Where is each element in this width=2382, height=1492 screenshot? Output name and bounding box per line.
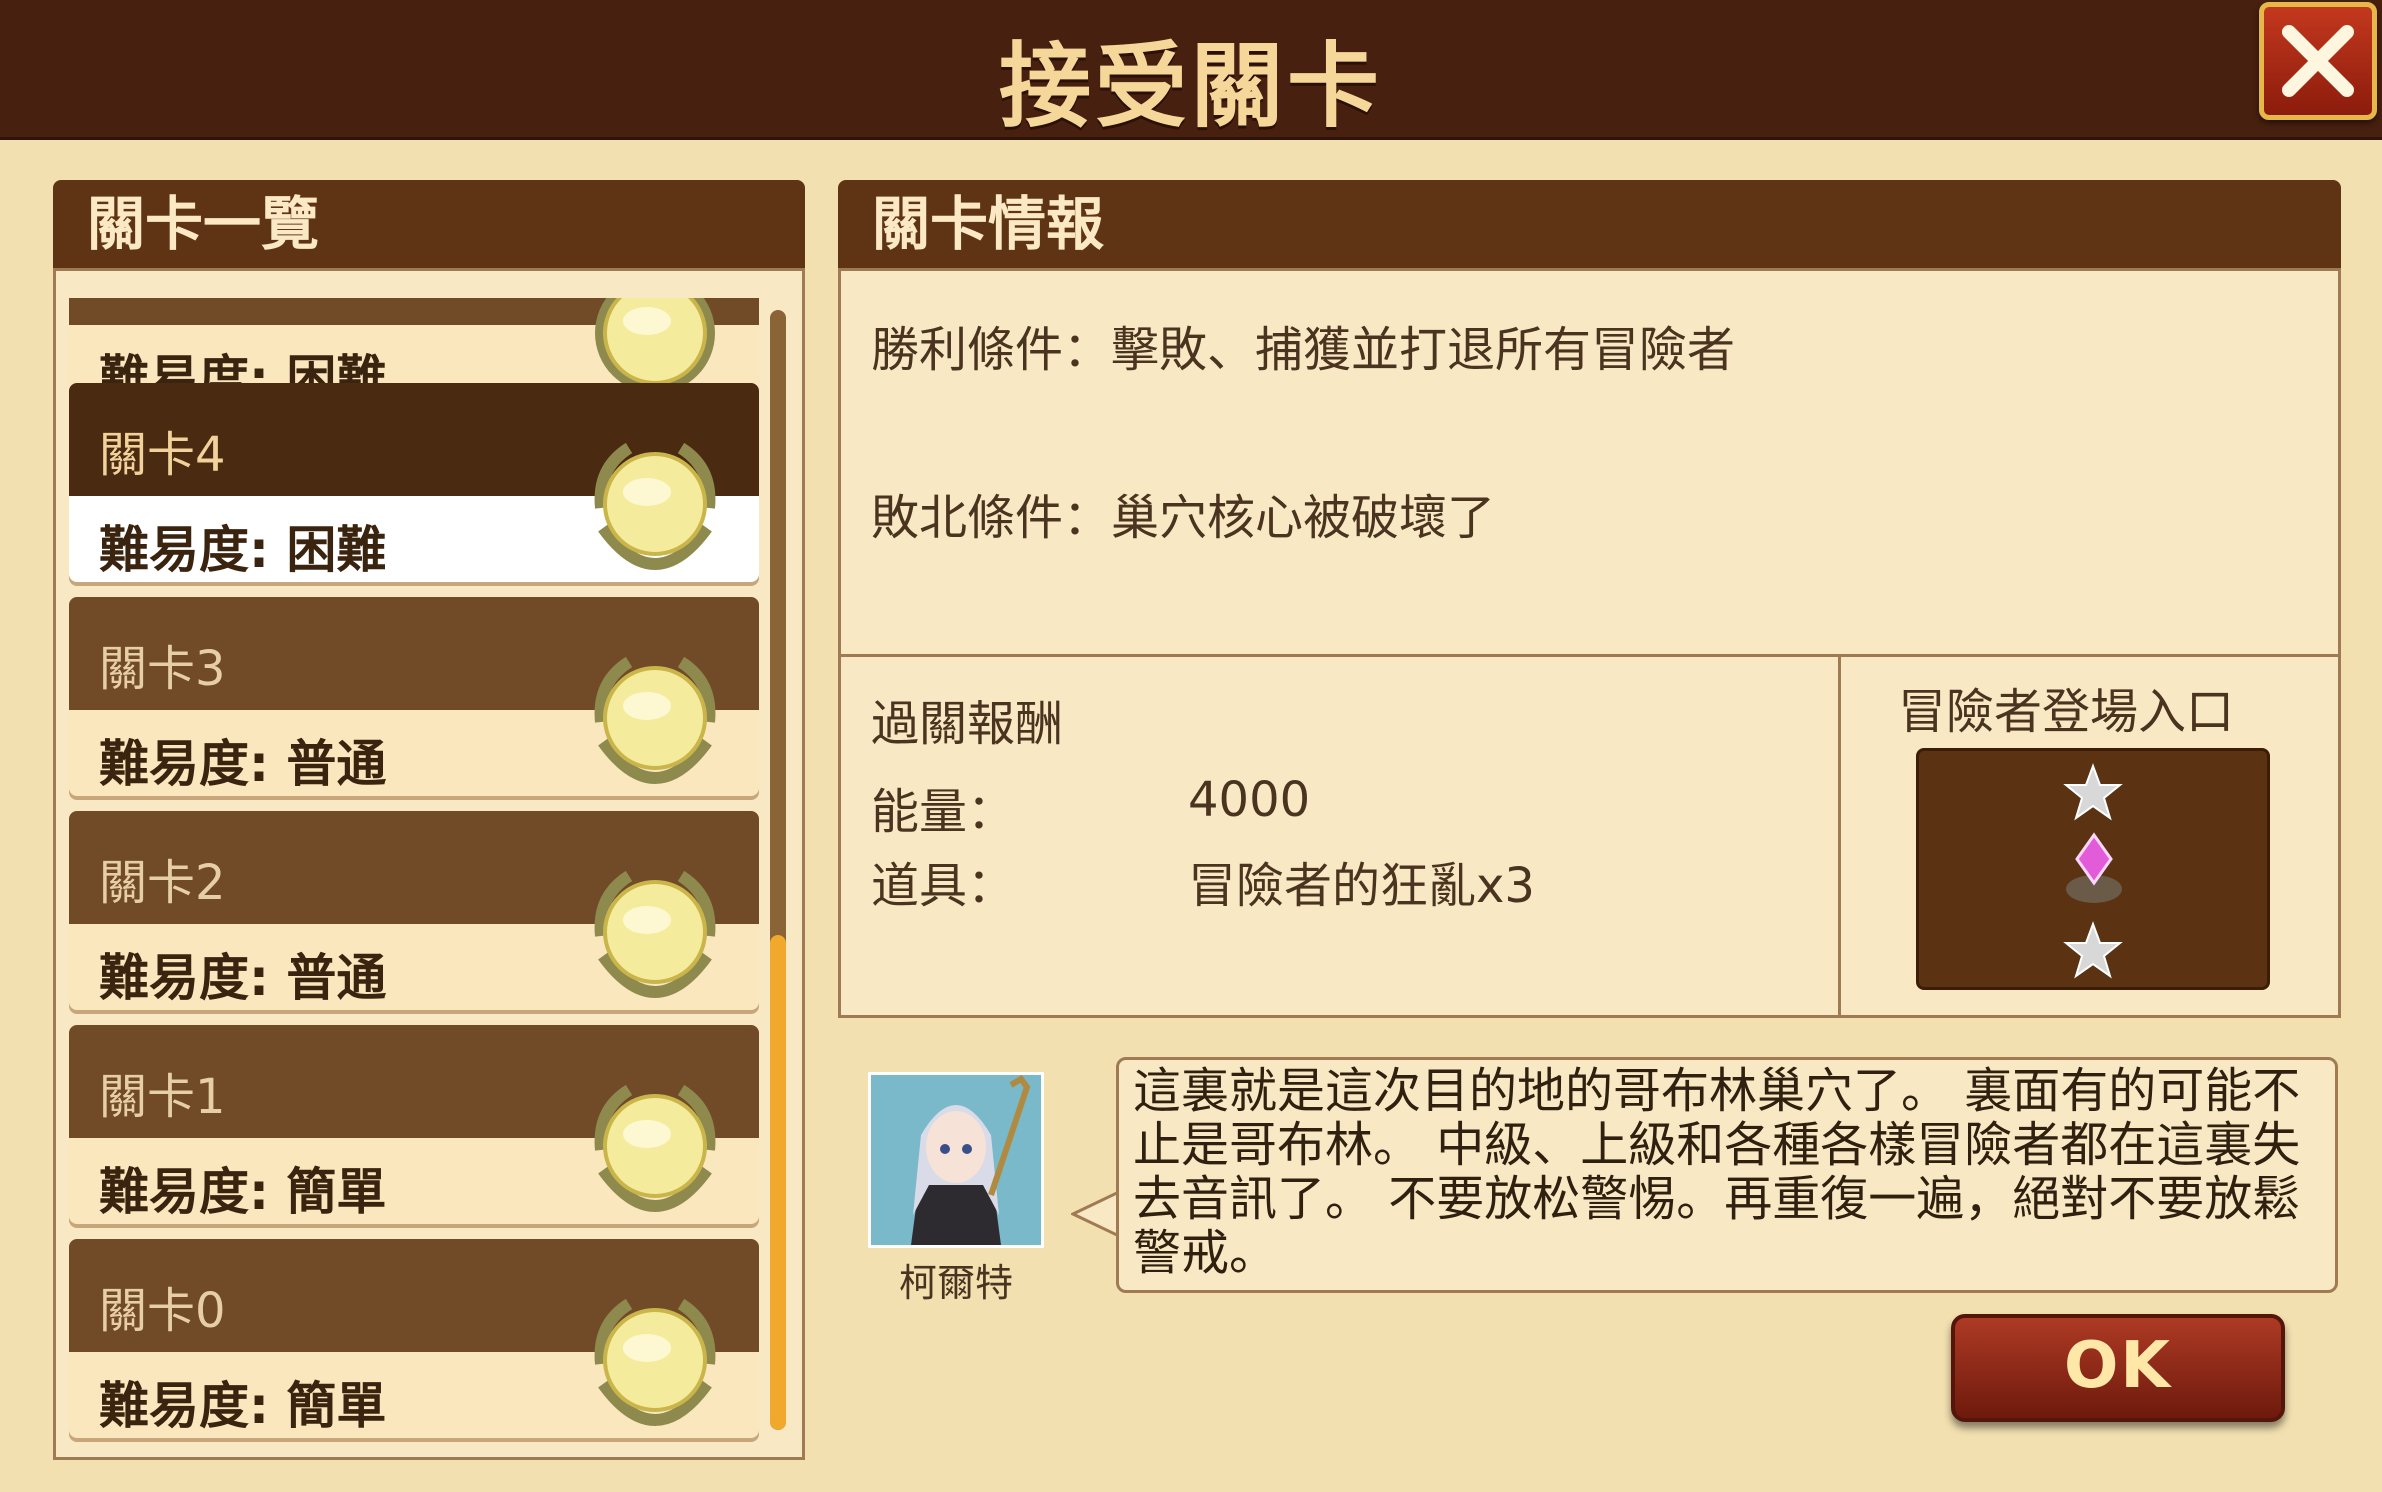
- stage-name: 關卡3: [99, 641, 226, 697]
- divider: [841, 654, 2338, 657]
- speaker-portrait: [868, 1072, 1044, 1248]
- stage-name: 關卡4: [99, 427, 226, 483]
- dialogue-text: 這裏就是這次目的地的哥布林巢穴了。 裏面有的可能不止是哥布林。 中級、上級和各種…: [1133, 1063, 2301, 1281]
- stage-name: 關卡0: [99, 1283, 226, 1339]
- stage-name: 關卡2: [99, 855, 226, 911]
- medal-icon: [594, 442, 716, 570]
- stage-info-title: 關卡情報: [872, 190, 1105, 258]
- window-title: 接受關卡: [998, 33, 1383, 140]
- stage-card-0[interactable]: 關卡0 難易度: 簡單: [69, 1239, 759, 1438]
- stage-list-header: 關卡一覽: [53, 180, 805, 270]
- win-condition: 勝利條件：擊敗、捕獲並打退所有冒險者: [871, 322, 1736, 378]
- stage-name: 關卡1: [99, 1069, 226, 1125]
- item-value: 冒險者的狂亂x3: [1188, 858, 1535, 914]
- stage-card-1[interactable]: 關卡1 難易度: 簡單: [69, 1025, 759, 1224]
- close-icon: [2282, 25, 2354, 97]
- lose-condition: 敗北條件：巢穴核心被破壞了: [871, 490, 1496, 546]
- energy-label: 能量：: [871, 784, 1016, 840]
- star-icon: [2063, 763, 2123, 821]
- stage-difficulty: 難易度: 普通: [99, 735, 387, 793]
- stage-card-3[interactable]: 關卡3 難易度: 普通: [69, 597, 759, 796]
- rewards-heading: 過關報酬: [871, 696, 1064, 752]
- stage-list[interactable]: 難易度: 困難 關卡4 難易度: 困難 關卡3 難易度: 普通 關卡2 難易度:…: [55, 298, 765, 1446]
- medal-icon: [594, 870, 716, 998]
- core-crystal-icon: [2066, 832, 2122, 903]
- stage-difficulty: 難易度: 簡單: [99, 1163, 387, 1221]
- medal-icon: [594, 1084, 716, 1212]
- energy-value: 4000: [1188, 772, 1311, 828]
- speaker-name: 柯爾特: [898, 1261, 1013, 1305]
- stage-card-4[interactable]: 關卡4 難易度: 困難: [69, 383, 759, 582]
- divider: [1838, 656, 1841, 1016]
- medal-icon: [594, 656, 716, 784]
- stage-difficulty: 難易度: 普通: [99, 949, 387, 1007]
- item-label: 道具：: [871, 858, 1016, 914]
- stage-card-2[interactable]: 關卡2 難易度: 普通: [69, 811, 759, 1010]
- speech-bubble: 這裏就是這次目的地的哥布林巢穴了。 裏面有的可能不止是哥布林。 中級、上級和各種…: [1116, 1057, 2338, 1293]
- stage-list-scrollbar[interactable]: [770, 310, 786, 1430]
- medal-icon: [594, 1298, 716, 1426]
- title-bar: 接受關卡: [0, 0, 2382, 140]
- close-button[interactable]: [2259, 2, 2377, 120]
- spawn-heading: 冒險者登場入口: [1898, 684, 2235, 740]
- stage-difficulty: 難易度: 簡單: [99, 1377, 387, 1435]
- speech-bubble-tail: [1071, 1190, 1119, 1238]
- ok-button[interactable]: OK: [1951, 1314, 2285, 1422]
- stage-list-title: 關卡一覽: [87, 190, 320, 258]
- character-portrait-icon: [871, 1075, 1041, 1245]
- star-icon: [2063, 921, 2123, 979]
- scrollbar-thumb[interactable]: [770, 935, 786, 1430]
- stage-difficulty: 難易度: 困難: [99, 521, 387, 579]
- stage-info-header: 關卡情報: [838, 180, 2341, 270]
- spawn-map: [1916, 748, 2270, 990]
